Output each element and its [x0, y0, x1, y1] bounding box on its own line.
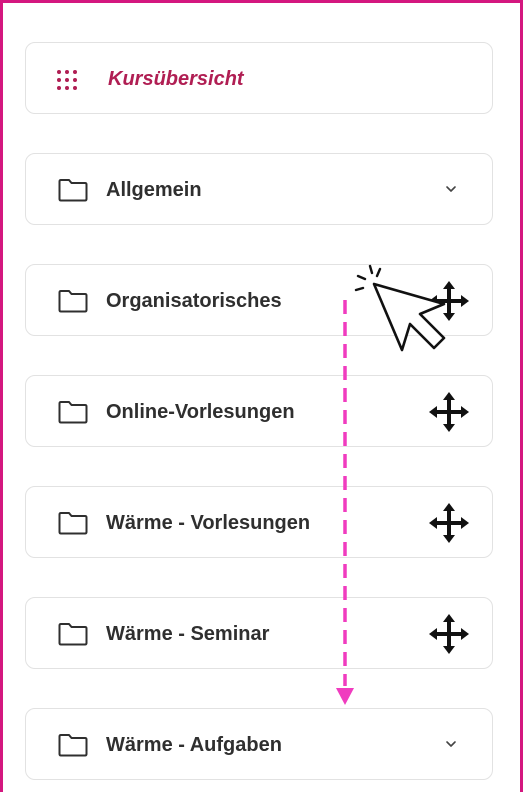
- click-cursor-icon: [354, 264, 446, 352]
- drag-direction-arrow: [336, 300, 354, 705]
